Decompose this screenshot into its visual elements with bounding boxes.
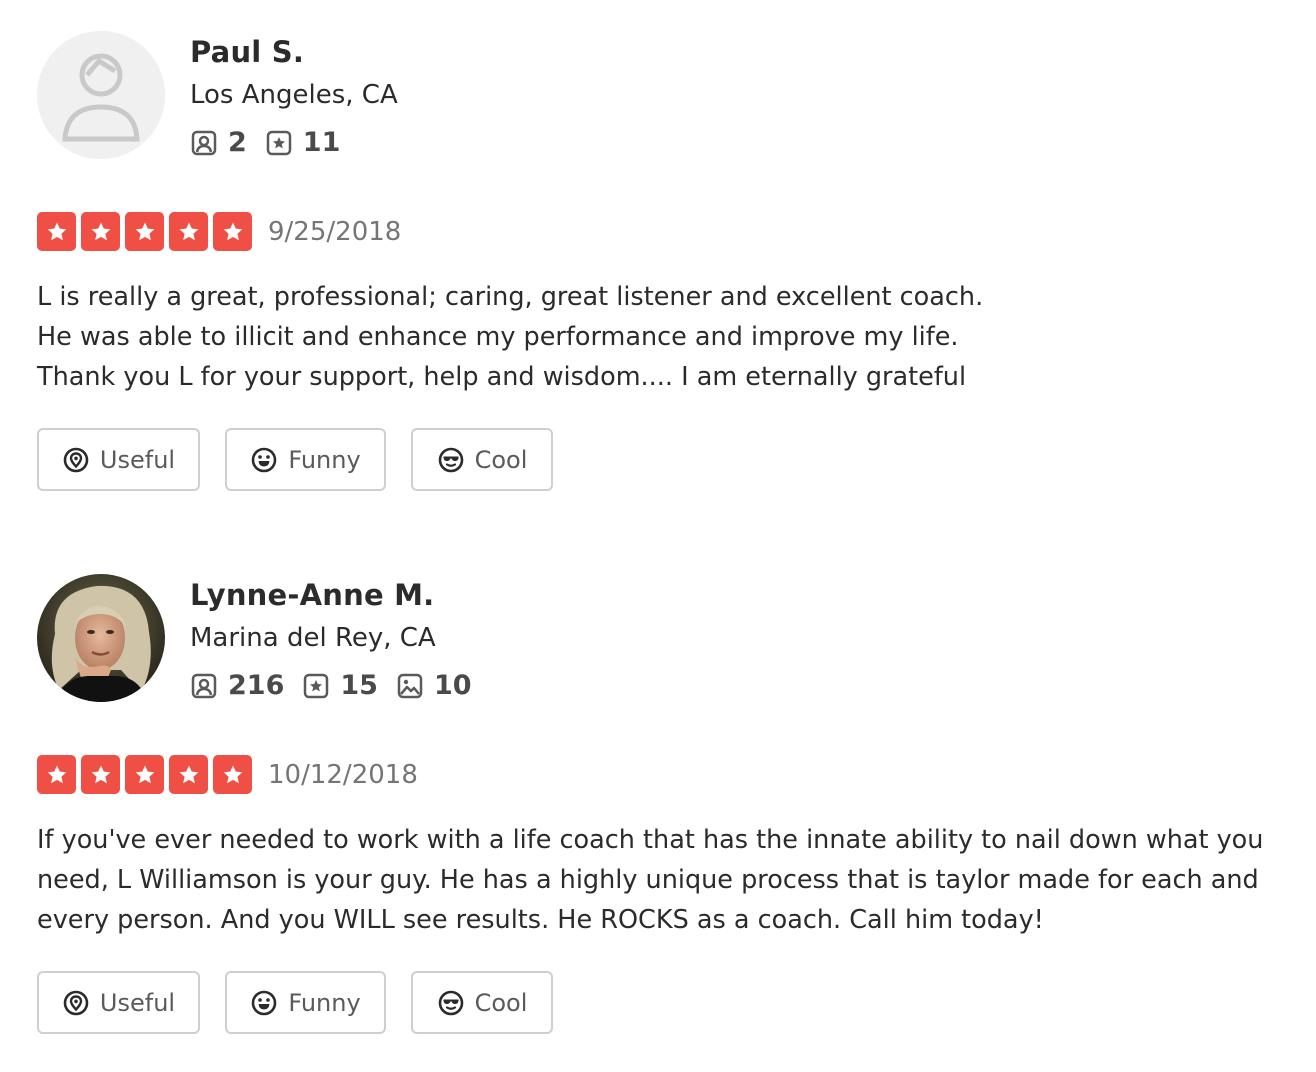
user-name[interactable]: Paul S. <box>190 35 304 69</box>
funny-label: Funny <box>288 988 361 1017</box>
star-icon <box>213 755 252 794</box>
star-icon <box>125 212 164 251</box>
cool-icon <box>438 447 463 472</box>
funny-icon <box>252 990 277 1015</box>
funny-label: Funny <box>288 445 361 474</box>
star-icon <box>37 755 76 794</box>
reviews-stat: 11 <box>265 127 341 158</box>
friends-stat: 216 <box>190 670 284 701</box>
friends-icon <box>191 673 217 698</box>
useful-icon <box>63 447 89 472</box>
photos-stat: 10 <box>396 670 472 701</box>
star-rating <box>37 755 257 794</box>
star-icon <box>37 212 76 251</box>
star-icon <box>169 755 208 794</box>
reviews-count: 15 <box>340 670 378 701</box>
friends-count: 2 <box>228 127 247 158</box>
useful-label: Useful <box>99 988 176 1017</box>
cool-button[interactable]: Cool <box>411 971 553 1034</box>
friends-count: 216 <box>228 670 285 701</box>
useful-button[interactable]: Useful <box>37 971 200 1034</box>
star-icon <box>81 755 120 794</box>
user-location: Los Angeles, CA <box>190 80 398 110</box>
user-avatar[interactable] <box>37 574 165 702</box>
reviews-stat: 15 <box>302 670 378 701</box>
photos-icon <box>397 673 423 698</box>
photos-count: 10 <box>433 670 472 701</box>
reviews-icon <box>304 673 329 698</box>
user-stats: 216 15 10 <box>190 670 490 701</box>
default-avatar-icon <box>37 31 165 159</box>
rating-row: 10/12/2018 <box>37 755 418 794</box>
reviews-icon <box>266 130 292 155</box>
friends-stat: 2 <box>190 127 247 158</box>
review-date: 9/25/2018 <box>268 216 402 247</box>
funny-button[interactable]: Funny <box>225 971 386 1034</box>
cool-label: Cool <box>474 988 528 1017</box>
cool-icon <box>438 990 463 1015</box>
user-stats: 2 11 <box>190 127 358 158</box>
star-icon <box>213 212 252 251</box>
user-name[interactable]: Lynne-Anne M. <box>190 578 434 612</box>
star-icon <box>81 212 120 251</box>
funny-icon <box>252 447 277 472</box>
review-text: If you've ever needed to work with a lif… <box>37 825 1264 935</box>
user-avatar[interactable] <box>37 31 165 159</box>
user-location: Marina del Rey, CA <box>190 623 436 653</box>
friends-icon <box>191 130 217 155</box>
star-rating <box>37 212 257 251</box>
star-icon <box>169 212 208 251</box>
vote-buttons: Useful Funny Cool <box>37 971 578 1034</box>
user-photo <box>37 574 165 702</box>
cool-button[interactable]: Cool <box>411 428 553 491</box>
star-icon <box>125 755 164 794</box>
funny-button[interactable]: Funny <box>225 428 386 491</box>
useful-button[interactable]: Useful <box>37 428 200 491</box>
cool-label: Cool <box>474 445 528 474</box>
useful-icon <box>63 990 89 1015</box>
review-date: 10/12/2018 <box>268 759 418 790</box>
vote-buttons: Useful Funny Cool <box>37 428 578 491</box>
reviews-count: 11 <box>302 127 341 158</box>
review-text: L is really a great, professional; carin… <box>37 282 984 392</box>
useful-label: Useful <box>99 445 176 474</box>
rating-row: 9/25/2018 <box>37 212 401 251</box>
